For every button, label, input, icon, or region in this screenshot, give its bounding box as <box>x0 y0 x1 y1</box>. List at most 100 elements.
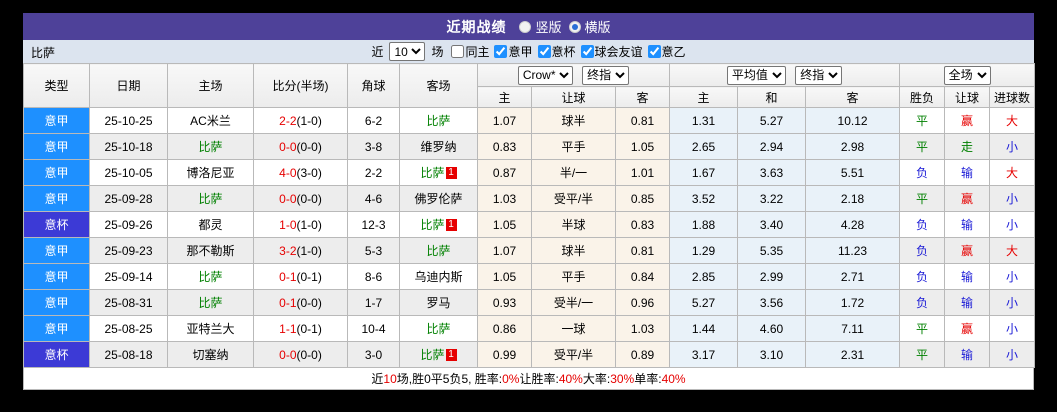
home-team-cell: 比萨 <box>167 133 254 160</box>
type-cell: 意甲 <box>23 289 90 316</box>
goals-result-cell: 小 <box>989 289 1036 316</box>
col-handicap-result: 让球 <box>944 86 991 108</box>
filter-label: 球会友谊 <box>594 44 643 59</box>
euro-home-odds: 1.44 <box>669 315 739 342</box>
filter-league-3[interactable]: 球会友谊 <box>576 43 643 60</box>
stats-footer: 近 10 场,胜0平5负5, 胜率: 0% 让胜率: 40% 大率: 30% 单率: 40% <box>23 368 1034 390</box>
asia-handicap: 受平/半 <box>531 185 616 212</box>
filter-checkbox[interactable] <box>494 44 508 58</box>
home-team-cell: AC米兰 <box>167 107 254 134</box>
away-team-name: 比萨 <box>426 322 451 336</box>
filter-same-home[interactable]: 同主 <box>446 43 489 60</box>
red-card-badge: 1 <box>445 219 457 231</box>
col-euro-draw: 和 <box>737 86 807 108</box>
score-cell: 0-1(0-0) <box>253 289 348 316</box>
asia-handicap: 一球 <box>531 315 616 342</box>
filter-league-1[interactable]: 意甲 <box>489 43 533 60</box>
table-row: 意甲 25-10-05 博洛尼亚 4-0(3-0) 2-2 比萨 1 0.87 半/一 1.01 1… <box>23 159 1036 186</box>
filter-checkbox[interactable] <box>537 44 551 58</box>
table-row: 意甲 25-08-31 比萨 0-1(0-0) 1-7 罗马 0.93 受半/一 0.96 5.2… <box>23 289 1036 316</box>
asia-home-odds: 0.99 <box>477 341 532 368</box>
euro-draw-odds: 3.63 <box>737 159 807 186</box>
goals-result-cell: 小 <box>989 263 1036 290</box>
asia-handicap: 球半 <box>531 107 616 134</box>
footer-stat-segment: 单率: <box>634 372 662 386</box>
asia-home-odds: 0.93 <box>477 289 532 316</box>
result-cell: 负 <box>899 159 946 186</box>
col-result: 胜负 <box>899 86 946 108</box>
asia-handicap: 半球 <box>531 211 616 238</box>
date-cell: 25-08-25 <box>89 315 168 342</box>
footer-stat-segment: 40% <box>661 371 686 386</box>
away-team-cell: 比萨 <box>399 315 478 342</box>
euro-stage-select[interactable]: 终指 <box>795 65 843 85</box>
home-team-cell: 比萨 <box>167 185 254 212</box>
asia-stage-select[interactable]: 终指 <box>582 65 630 85</box>
filter-label: 意杯 <box>551 44 576 59</box>
asia-away-odds: 0.89 <box>614 341 671 368</box>
filter-checkbox[interactable] <box>647 44 661 58</box>
handicap-result-cell: 赢 <box>944 237 991 264</box>
col-asia-handicap: 让球 <box>531 86 616 108</box>
euro-draw-odds: 5.27 <box>737 107 807 134</box>
footer-stat-segment: 10 <box>383 371 397 386</box>
full-score: 2-2 <box>279 113 297 128</box>
full-score: 1-1 <box>279 321 297 336</box>
home-team-cell: 都灵 <box>167 211 254 238</box>
goals-result-cell: 小 <box>989 211 1036 238</box>
filter-league-4[interactable]: 意乙 <box>643 43 686 60</box>
filter-checkbox[interactable] <box>451 44 465 58</box>
col-corners: 角球 <box>347 63 400 108</box>
filter-league-2[interactable]: 意杯 <box>533 43 576 60</box>
table-row: 意杯 25-09-26 都灵 1-0(1-0) 12-3 比萨 1 1.05 半球 0.83 1.8… <box>23 211 1036 238</box>
filter-bar: 比萨 近 10 场 同主 意甲 意杯 球会友谊 意乙 <box>23 40 1034 63</box>
result-cell: 负 <box>899 237 946 264</box>
away-team-cell: 比萨 1 <box>399 211 478 238</box>
full-score: 0-0 <box>279 347 297 362</box>
result-cell: 平 <box>899 341 946 368</box>
footer-stat-segment: 30% <box>610 371 635 386</box>
euro-away-odds: 11.23 <box>805 237 901 264</box>
goals-result-cell: 大 <box>989 237 1036 264</box>
title-bar: 近期战绩 竖版 横版 <box>23 13 1034 40</box>
away-team-cell: 比萨 1 <box>399 159 478 186</box>
euro-draw-odds: 3.40 <box>737 211 807 238</box>
average-select[interactable]: 平均值 <box>726 65 786 85</box>
score-cell: 2-2(1-0) <box>253 107 348 134</box>
euro-away-odds: 2.18 <box>805 185 901 212</box>
asia-home-odds: 1.05 <box>477 263 532 290</box>
date-cell: 25-10-18 <box>89 133 168 160</box>
col-away: 客场 <box>399 63 478 108</box>
corners-cell: 1-7 <box>347 289 400 316</box>
half-score: (0-1) <box>296 269 322 284</box>
filter-checkbox[interactable] <box>580 44 594 58</box>
score-cell: 4-0(3-0) <box>253 159 348 186</box>
result-cell: 平 <box>899 185 946 212</box>
home-team-name: 比萨 <box>198 270 223 284</box>
match-count-select[interactable]: 10 <box>389 42 426 61</box>
away-team-cell: 佛罗伦萨 <box>399 185 478 212</box>
layout-option-horizontal[interactable]: 横版 <box>568 17 611 36</box>
full-score: 0-0 <box>279 139 297 154</box>
result-cell: 负 <box>899 263 946 290</box>
euro-home-odds: 1.67 <box>669 159 739 186</box>
full-score: 4-0 <box>279 165 297 180</box>
type-cell: 意杯 <box>23 341 90 368</box>
layout-option-vertical[interactable]: 竖版 <box>519 17 562 36</box>
page-title: 近期战绩 <box>446 18 507 35</box>
asia-away-odds: 0.84 <box>614 263 671 290</box>
asia-home-odds: 1.05 <box>477 211 532 238</box>
goals-result-cell: 大 <box>989 107 1036 134</box>
radio-horizontal-icon[interactable] <box>568 20 581 33</box>
scope-select[interactable]: 全场 <box>943 65 991 85</box>
euro-home-odds: 1.29 <box>669 237 739 264</box>
full-score: 0-1 <box>279 295 297 310</box>
handicap-result-cell: 走 <box>944 133 991 160</box>
bookmaker-select[interactable]: Crow* <box>517 65 573 85</box>
euro-odds-group-header: 平均值 终指 <box>669 63 901 87</box>
col-score: 比分(半场) <box>253 63 348 108</box>
half-score: (1-0) <box>296 217 322 232</box>
result-group-header: 全场 <box>899 63 1036 87</box>
radio-vertical-icon[interactable] <box>519 20 532 33</box>
asia-home-odds: 0.83 <box>477 133 532 160</box>
